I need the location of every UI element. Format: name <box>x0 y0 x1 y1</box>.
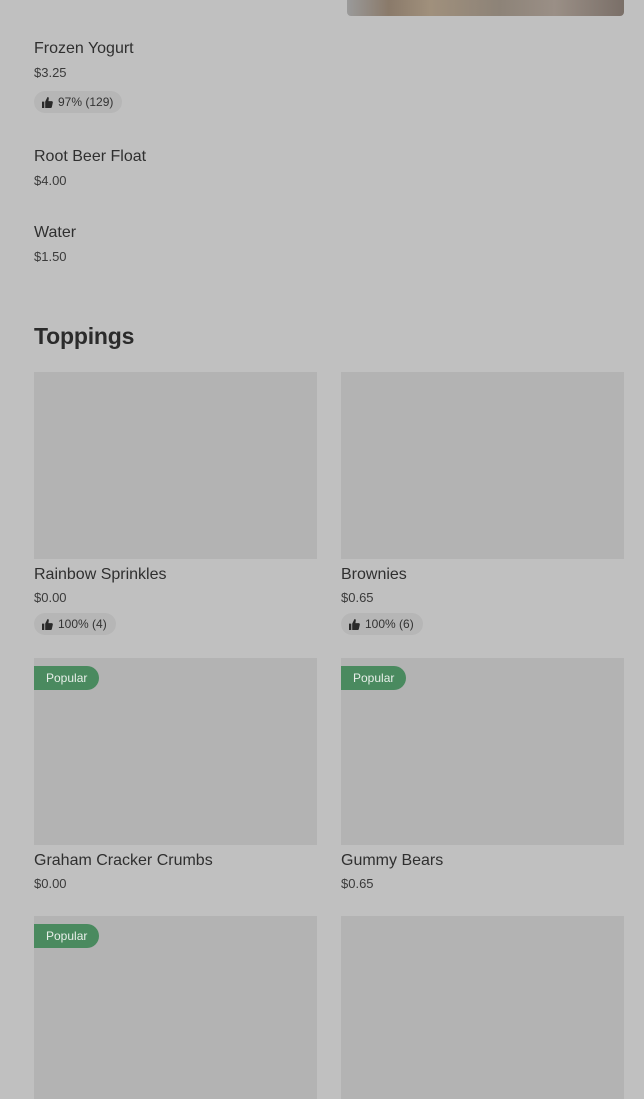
popular-badge: Popular <box>341 666 407 690</box>
rating-badge: 100% (4) <box>34 613 116 635</box>
topping-card-graham-cracker-crumbs[interactable]: Popular Graham Cracker Crumbs $0.00 <box>34 658 317 892</box>
card-image-placeholder: Popular <box>34 658 317 845</box>
item-name: Frozen Yogurt <box>34 40 134 57</box>
topping-card-partial-left[interactable]: Popular <box>34 916 317 1099</box>
card-image-placeholder: Popular <box>341 658 624 845</box>
item-price: $4.00 <box>34 173 67 188</box>
card-image-placeholder <box>34 372 317 559</box>
card-name: Graham Cracker Crumbs <box>34 852 213 869</box>
card-name: Gummy Bears <box>341 852 444 869</box>
rating-text: 100% (6) <box>365 617 414 631</box>
card-price: $0.00 <box>34 590 67 605</box>
topping-card-gummy-bears[interactable]: Popular Gummy Bears $0.65 <box>341 658 624 892</box>
item-price: $3.25 <box>34 65 67 80</box>
item-name: Root Beer Float <box>34 148 147 165</box>
item-image-partial[interactable] <box>347 0 624 16</box>
card-image-placeholder <box>341 372 624 559</box>
menu-page: Frozen Yogurt $3.25 97% (129) Root Beer … <box>0 0 644 1099</box>
section-title-toppings: Toppings <box>34 323 135 349</box>
card-price: $0.65 <box>341 590 374 605</box>
card-name: Rainbow Sprinkles <box>34 566 167 583</box>
item-name: Water <box>34 224 77 241</box>
menu-item-frozen-yogurt[interactable]: Frozen Yogurt $3.25 97% (129) <box>34 39 134 113</box>
topping-card-rainbow-sprinkles[interactable]: Rainbow Sprinkles $0.00 100% (4) <box>34 372 317 635</box>
topping-card-partial-right[interactable] <box>341 916 624 1099</box>
card-price: $0.00 <box>34 876 67 891</box>
item-price: $1.50 <box>34 249 67 264</box>
card-name: Brownies <box>341 566 407 583</box>
thumbs-up-icon <box>42 618 53 630</box>
popular-badge: Popular <box>34 924 100 948</box>
thumbs-up-icon <box>42 96 53 108</box>
card-image-placeholder: Popular <box>34 916 317 1099</box>
rating-badge: 97% (129) <box>34 91 123 113</box>
rating-badge: 100% (6) <box>341 613 423 635</box>
menu-item-water[interactable]: Water $1.50 <box>34 223 76 265</box>
rating-text: 97% (129) <box>58 95 114 109</box>
menu-item-root-beer-float[interactable]: Root Beer Float $4.00 <box>34 147 146 189</box>
rating-text: 100% (4) <box>58 617 107 631</box>
thumbs-up-icon <box>349 618 360 630</box>
card-price: $0.65 <box>341 876 374 891</box>
popular-badge: Popular <box>34 666 100 690</box>
topping-card-brownies[interactable]: Brownies $0.65 100% (6) <box>341 372 624 635</box>
card-image-placeholder <box>341 916 624 1099</box>
